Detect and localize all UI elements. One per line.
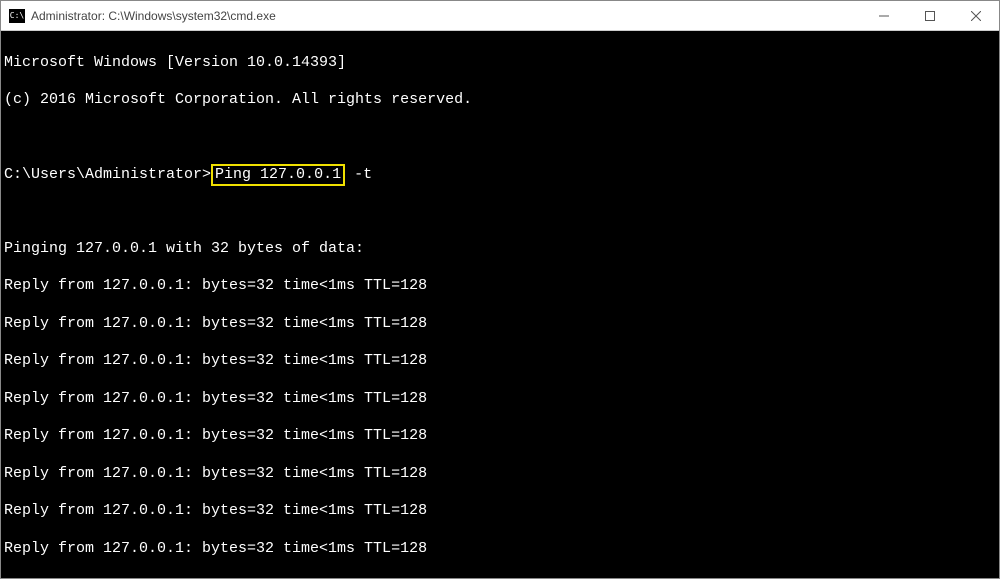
version-line: Microsoft Windows [Version 10.0.14393] — [4, 54, 996, 73]
maximize-button[interactable] — [907, 1, 953, 31]
reply-line: Reply from 127.0.0.1: bytes=32 time<1ms … — [4, 390, 996, 409]
ping-header: Pinging 127.0.0.1 with 32 bytes of data: — [4, 240, 996, 259]
prompt-prefix: C:\Users\Administrator> — [4, 166, 211, 183]
reply-line: Reply from 127.0.0.1: bytes=32 time<1ms … — [4, 540, 996, 559]
window-titlebar: C:\ Administrator: C:\Windows\system32\c… — [1, 1, 999, 31]
close-button[interactable] — [953, 1, 999, 31]
cmd-icon: C:\ — [9, 9, 25, 23]
command-suffix: -t — [345, 166, 372, 183]
copyright-line: (c) 2016 Microsoft Corporation. All righ… — [4, 91, 996, 110]
command-highlight: Ping 127.0.0.1 — [211, 164, 345, 187]
reply-line: Reply from 127.0.0.1: bytes=32 time<1ms … — [4, 502, 996, 521]
reply-line: Reply from 127.0.0.1: bytes=32 time<1ms … — [4, 577, 996, 578]
reply-line: Reply from 127.0.0.1: bytes=32 time<1ms … — [4, 352, 996, 371]
prompt-line-1: C:\Users\Administrator>Ping 127.0.0.1 -t — [4, 166, 996, 185]
minimize-button[interactable] — [861, 1, 907, 31]
window-title: Administrator: C:\Windows\system32\cmd.e… — [31, 9, 861, 23]
reply-line: Reply from 127.0.0.1: bytes=32 time<1ms … — [4, 465, 996, 484]
reply-line: Reply from 127.0.0.1: bytes=32 time<1ms … — [4, 277, 996, 296]
reply-line: Reply from 127.0.0.1: bytes=32 time<1ms … — [4, 315, 996, 334]
window-controls — [861, 1, 999, 30]
reply-line: Reply from 127.0.0.1: bytes=32 time<1ms … — [4, 427, 996, 446]
terminal-output[interactable]: Microsoft Windows [Version 10.0.14393] (… — [1, 31, 999, 578]
